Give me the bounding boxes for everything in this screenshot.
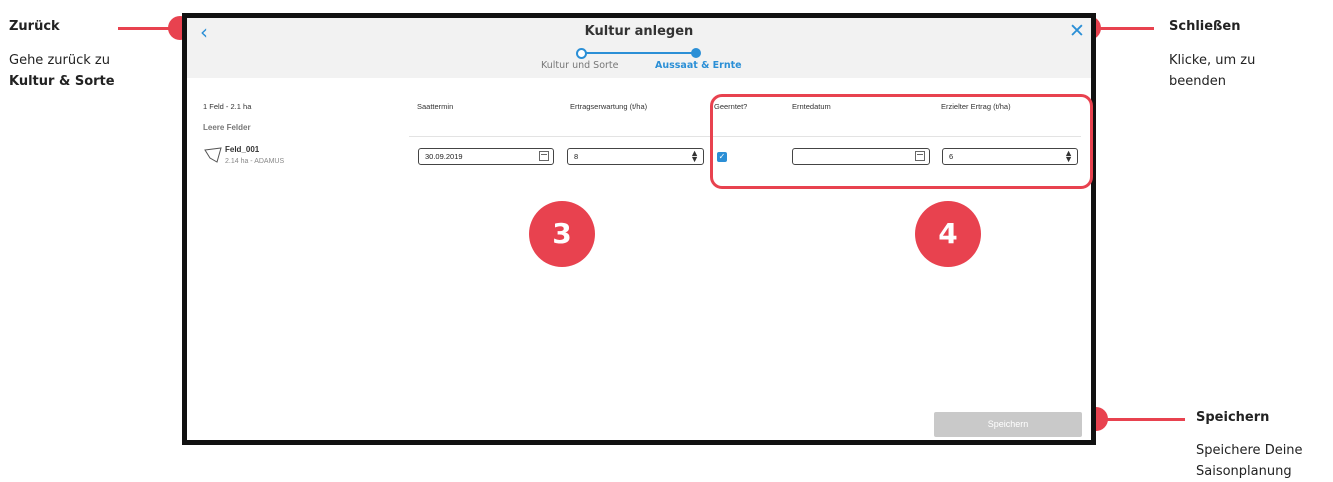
step-2-indicator [691,48,701,58]
stepper-connector [584,52,692,54]
annotation-close-title: Schließen [1169,19,1241,34]
dialog-title: Kultur anlegen [584,24,694,39]
step-badge-3: 3 [529,201,595,267]
column-header-sowing-date: Saattermin [417,102,454,111]
annotation-close-text: Klicke, um zu beenden [1169,50,1255,92]
field-shape-icon [204,147,222,163]
save-button[interactable]: Speichern [934,412,1082,437]
step-badge-4: 4 [915,201,981,267]
annotation-back-line2: Kultur & Sorte [9,74,115,89]
annotation-save-connector [1095,418,1185,421]
expected-yield-value: 8 [574,152,579,161]
annotation-close-line1: Klicke, um zu [1169,53,1256,68]
step-1-label[interactable]: Kultur und Sorte [541,60,619,71]
section-label: Leere Felder [203,123,251,132]
step-1-indicator[interactable] [576,48,587,59]
annotation-close-line2: beenden [1169,74,1226,89]
expected-yield-stepper[interactable]: 8 ▲ ▼ [567,148,704,165]
annotation-save-text: Speichere Deine Saisonplanung [1196,440,1303,482]
dialog-header: ‹ Kultur anlegen ✕ Kultur und Sorte Auss… [187,18,1091,78]
sowing-date-input[interactable]: 30.09.2019 [418,148,554,165]
step-2-label: Aussaat & Ernte [655,60,742,71]
column-header-expected-yield: Ertragserwartung (t/ha) [570,102,648,111]
dialog-frame: ‹ Kultur anlegen ✕ Kultur und Sorte Auss… [182,13,1096,445]
spinner-arrows-icon[interactable]: ▲ ▼ [690,149,699,164]
sowing-date-value: 30.09.2019 [425,152,463,161]
annotation-back-text: Gehe zurück zu Kultur & Sorte [9,50,115,92]
annotation-save-line2: Saisonplanung [1196,464,1292,479]
annotation-save-line1: Speichere Deine [1196,443,1303,458]
annotation-save-title: Speichern [1196,410,1270,425]
close-icon[interactable]: ✕ [1069,20,1085,42]
progress-stepper [576,48,701,59]
field-name: Feld_001 [225,145,260,154]
calendar-icon[interactable] [539,151,549,161]
annotation-back-title: Zurück [9,19,60,34]
field-info: 2.14 ha - ADAMUS [225,158,285,165]
fields-summary: 1 Feld - 2.1 ha [203,102,252,111]
harvest-section-highlight [710,94,1093,189]
annotation-back-line1: Gehe zurück zu [9,53,110,68]
